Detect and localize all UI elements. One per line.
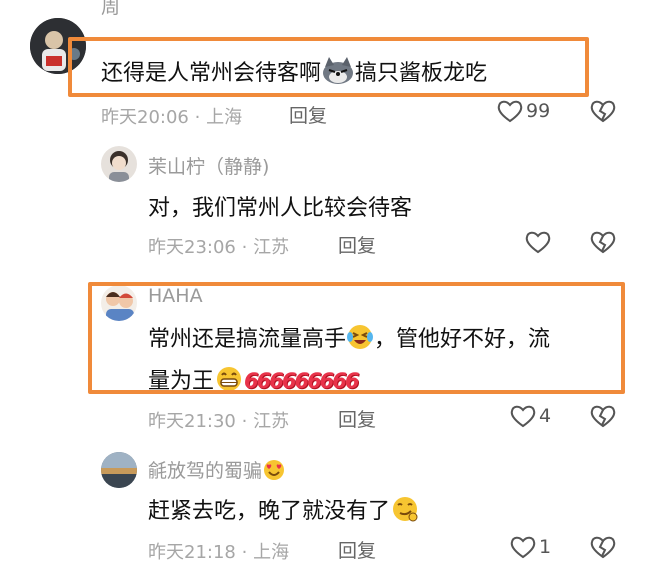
commenter-name[interactable]: 周 [101, 0, 120, 19]
separator: · [241, 237, 248, 258]
broken-heart-icon [590, 536, 616, 559]
separator: · [241, 542, 248, 563]
location: 上海 [253, 542, 290, 563]
location: 上海 [206, 107, 243, 128]
dislike-button[interactable] [589, 534, 617, 564]
avatar[interactable] [101, 452, 137, 488]
separator: · [241, 411, 248, 432]
broken-heart-icon [590, 231, 616, 254]
comment-meta: 昨天21:30 · 江苏 [148, 407, 289, 433]
comment-meta: 昨天21:18 · 上海 [148, 538, 289, 564]
heart-icon [525, 231, 551, 254]
heart-icon [510, 405, 536, 428]
timestamp: 昨天21:18 [148, 542, 236, 563]
reply-button[interactable]: 回复 [338, 231, 376, 258]
like-button[interactable]: 4 [509, 403, 551, 429]
like-button[interactable] [524, 229, 554, 255]
comment-meta: 昨天20:06 · 上海 [101, 103, 242, 129]
like-button[interactable]: 99 [496, 98, 550, 124]
reply-button[interactable]: 回复 [338, 536, 376, 563]
avatar-image [101, 452, 137, 488]
highlight-box [68, 37, 589, 97]
broken-heart-icon [590, 405, 616, 428]
like-count: 99 [526, 100, 551, 122]
reply-button[interactable]: 回复 [289, 101, 327, 128]
comment-text: 赶紧去吃，晚了就没有了 [148, 493, 420, 529]
comment-text-part: 赶紧去吃，晚了就没有了 [148, 499, 391, 524]
avatar[interactable] [101, 146, 137, 182]
location: 江苏 [253, 411, 290, 432]
dislike-button[interactable] [589, 229, 617, 259]
dislike-button[interactable] [589, 403, 617, 433]
avatar-image [101, 146, 137, 182]
comment-text: 对，我们常州人比较会待客 [148, 196, 413, 221]
smirking-emoji-icon [390, 495, 420, 529]
timestamp: 昨天20:06 [101, 107, 189, 128]
like-count: 4 [539, 405, 552, 427]
like-count: 1 [539, 536, 552, 558]
reply-button[interactable]: 回复 [338, 405, 376, 432]
highlight-box [88, 282, 625, 394]
heart-icon [510, 536, 536, 559]
commenter-name[interactable]: 茉山柠（静静) [148, 152, 269, 179]
comment-meta: 昨天23:06 · 江苏 [148, 233, 289, 259]
timestamp: 昨天21:30 [148, 411, 236, 432]
separator: · [194, 107, 201, 128]
heart-icon [497, 100, 523, 123]
commenter-name-text: 毹放驾的蜀骗 [148, 460, 263, 482]
commenter-name[interactable]: 毹放驾的蜀骗 [148, 456, 286, 487]
heart-eyes-emoji-icon [262, 458, 286, 487]
timestamp: 昨天23:06 [148, 237, 236, 258]
like-button[interactable]: 1 [509, 534, 551, 560]
dislike-button[interactable] [589, 98, 617, 128]
location: 江苏 [253, 237, 290, 258]
broken-heart-icon [590, 100, 616, 123]
